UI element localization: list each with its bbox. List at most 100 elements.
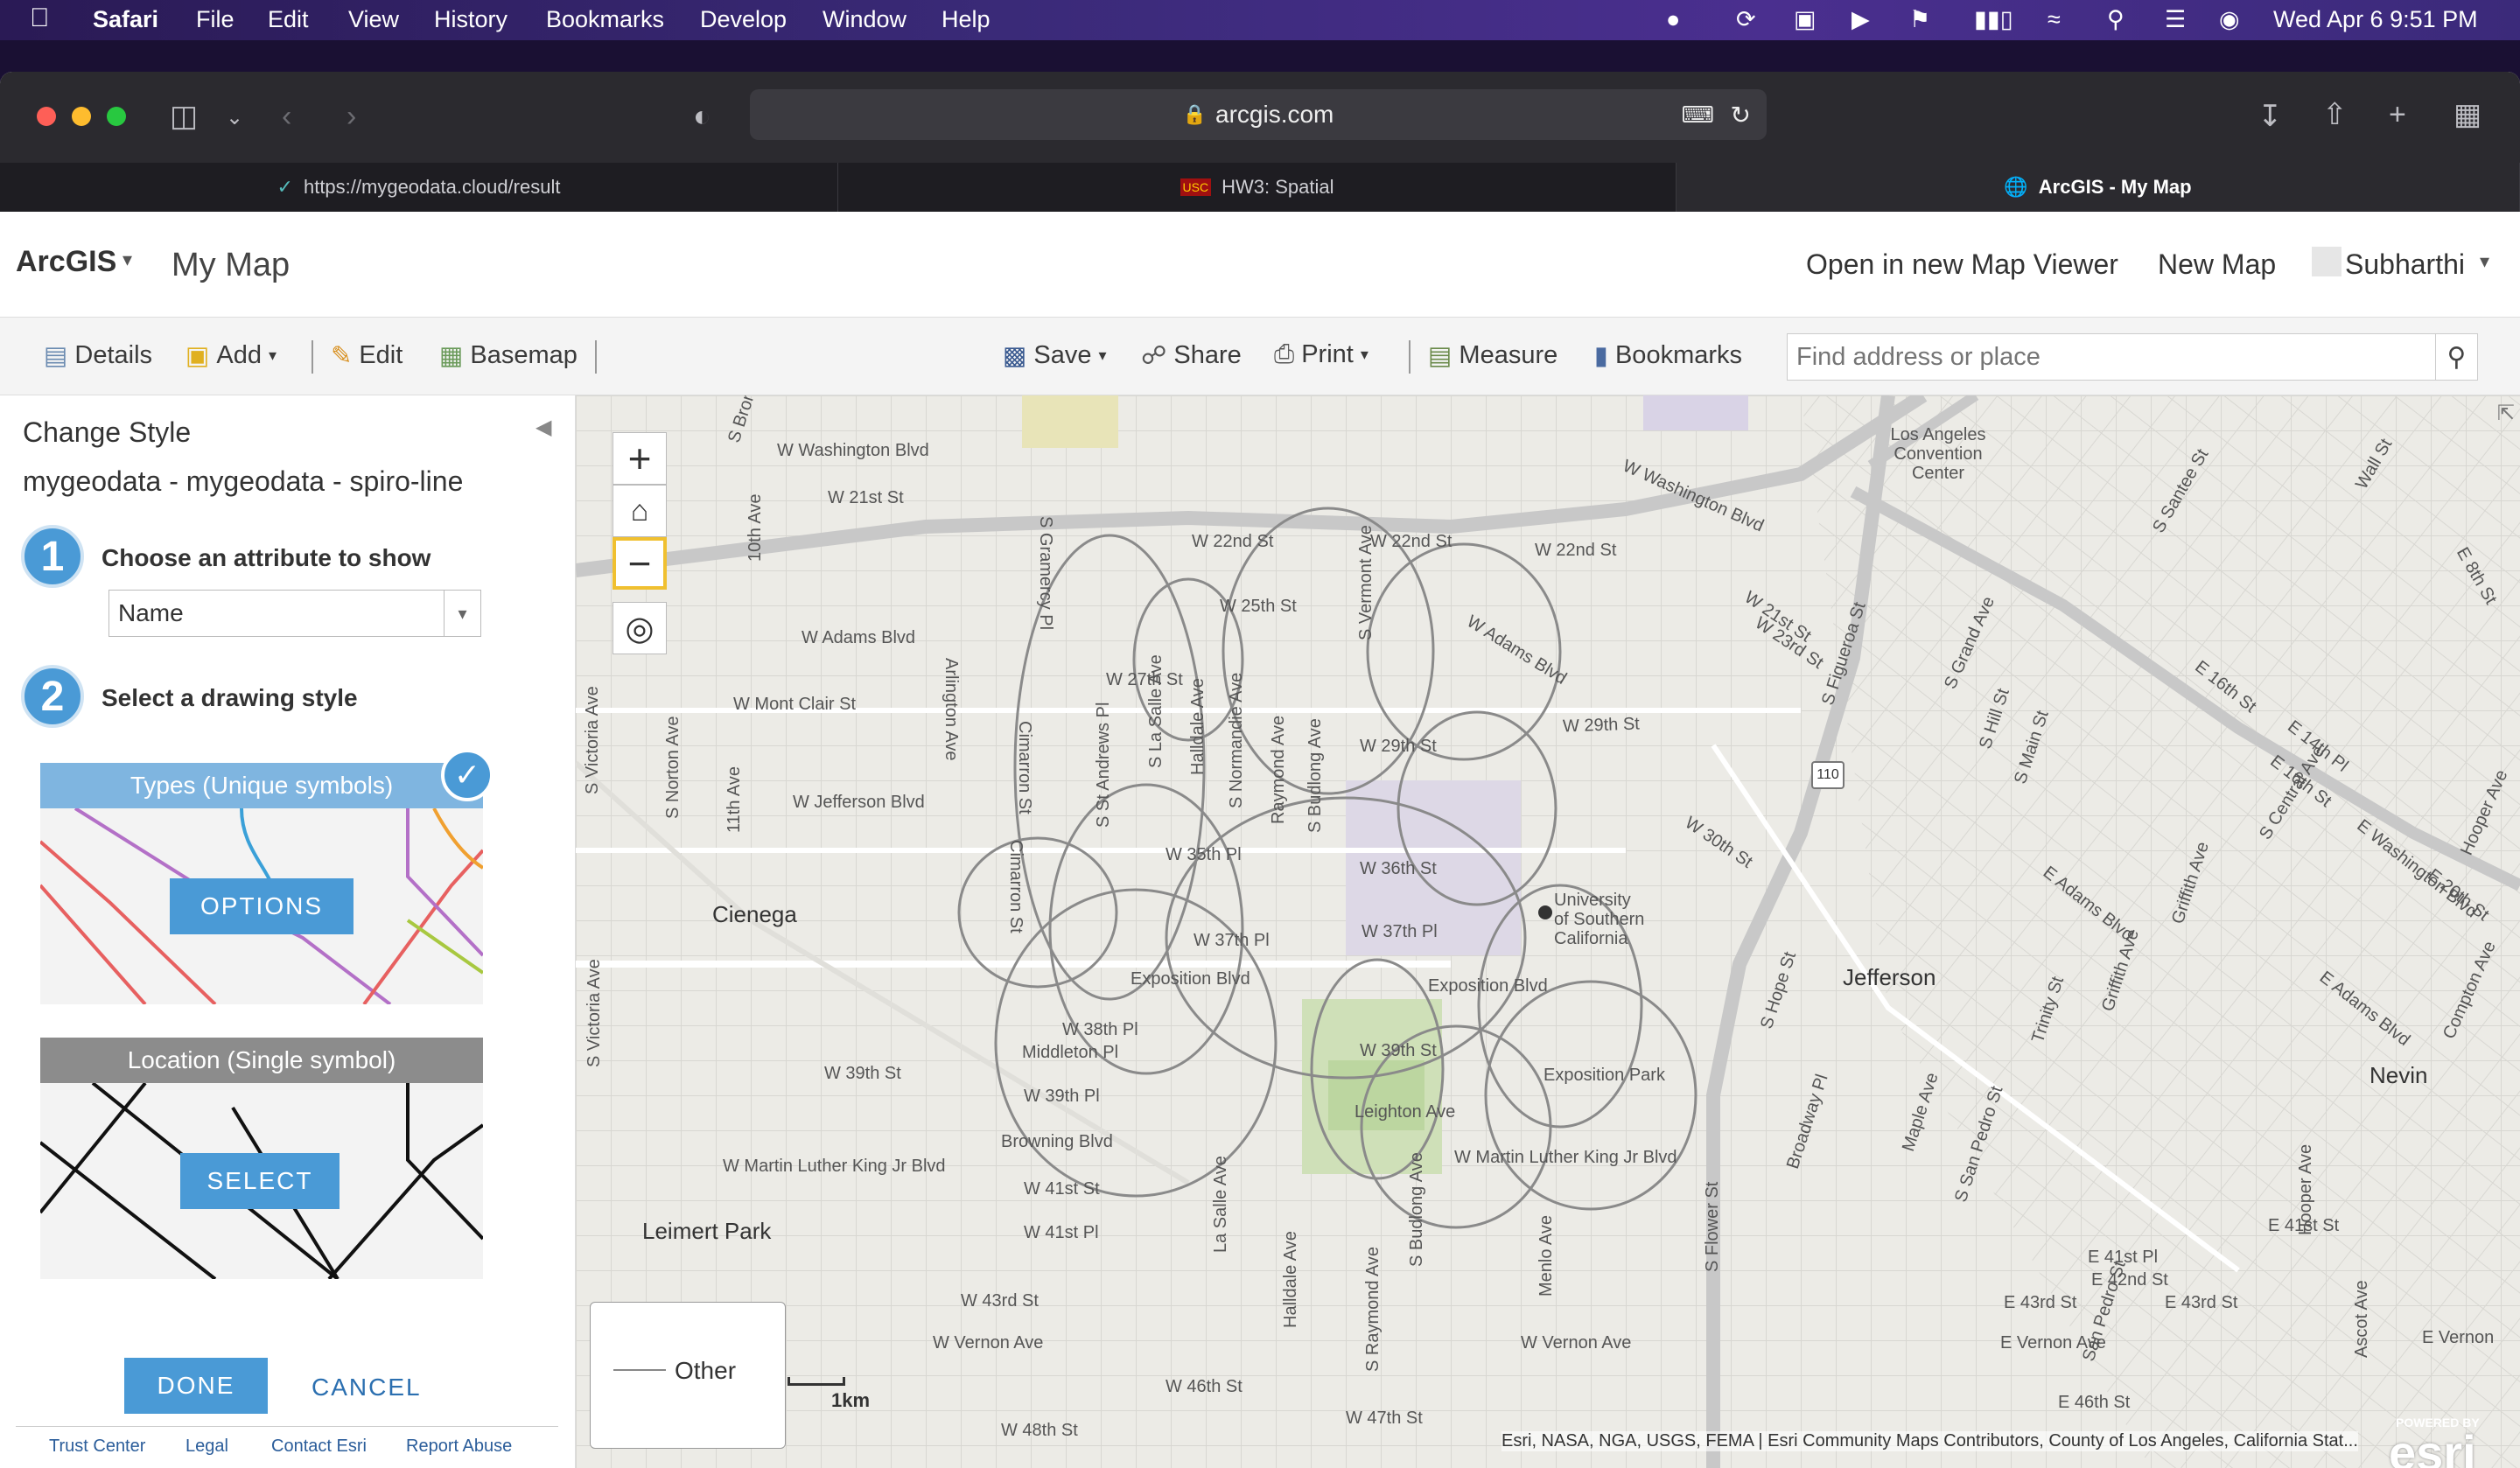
edit-label: Edit xyxy=(359,341,403,369)
trust-center-link[interactable]: Trust Center xyxy=(49,1437,145,1457)
street-label: Cimarron St xyxy=(1015,721,1034,814)
menu-edit[interactable]: Edit xyxy=(268,6,309,33)
map-attribution[interactable]: Esri, NASA, NGA, USGS, FEMA | Esri Commu… xyxy=(1502,1431,2358,1451)
chevron-down-icon: ▾ xyxy=(269,346,277,364)
street-label: Middleton Pl xyxy=(1022,1043,1119,1062)
scale-bar xyxy=(788,1377,845,1386)
menubar-clock[interactable]: Wed Apr 6 9:51 PM xyxy=(2273,6,2478,33)
step-2-label: Select a drawing style xyxy=(102,684,358,711)
downloads-icon[interactable]: ↧ xyxy=(2258,101,2283,131)
user-chevron-down-icon[interactable]: ▾ xyxy=(2480,250,2489,273)
measure-button[interactable]: ▤ Measure xyxy=(1428,340,1558,371)
types-style-card[interactable]: Types (Unique symbols) OPTIONS xyxy=(40,763,483,1004)
zoom-icon[interactable]: ▣ xyxy=(1794,6,1816,33)
tab-arcgis[interactable]: 🌐 ArcGIS - My Map xyxy=(1676,163,2520,212)
esri-logo[interactable]: esri xyxy=(2389,1424,2476,1468)
street-label: Cimarron St xyxy=(1006,840,1026,933)
search-input[interactable] xyxy=(1788,334,2435,380)
attribute-select[interactable]: Name ▾ xyxy=(108,590,481,637)
safari-window: ◫ ⌄ ‹ › ◐ 🔒 arcgis.com ⌨ ↻ ↧ ⇧ + ▦ ✓ htt… xyxy=(0,72,2520,1468)
details-button[interactable]: ▤ Details xyxy=(44,340,152,371)
tab-favicon-icon: USC xyxy=(1180,178,1212,196)
menu-file[interactable]: File xyxy=(196,6,234,33)
share-button[interactable]: ☍ Share xyxy=(1141,340,1242,371)
menu-bookmarks[interactable]: Bookmarks xyxy=(546,6,664,33)
arcgis-brand[interactable]: ArcGIS xyxy=(16,245,116,279)
legal-link[interactable]: Legal xyxy=(186,1437,228,1457)
location-style-card[interactable]: Location (Single symbol) SELECT xyxy=(40,1038,483,1279)
expand-icon[interactable]: ⇱ xyxy=(2497,401,2515,426)
place-label: Jefferson xyxy=(1843,964,1936,990)
chevron-down-icon[interactable]: ▾ xyxy=(444,591,480,636)
siri-icon[interactable]: ◉ xyxy=(2219,6,2240,33)
brand-chevron-down-icon[interactable]: ▾ xyxy=(122,248,132,271)
location-card-title: Location (Single symbol) xyxy=(40,1038,483,1083)
zoom-window-button[interactable] xyxy=(107,107,126,126)
forward-icon[interactable]: › xyxy=(346,101,356,131)
street-label: W 35th Pl xyxy=(1166,845,1242,864)
home-button[interactable]: ⌂ xyxy=(612,485,667,537)
close-window-button[interactable] xyxy=(37,107,56,126)
tab-mygeodata[interactable]: ✓ https://mygeodata.cloud/result xyxy=(0,163,838,212)
street-label: 11th Ave xyxy=(724,766,744,833)
done-button[interactable]: DONE xyxy=(124,1358,268,1414)
home-icon: ⌂ xyxy=(630,493,649,528)
tab-hw3[interactable]: USC HW3: Spatial xyxy=(838,163,1676,212)
map-view[interactable]: Cienega Jefferson Leimert Park Nevin Uni… xyxy=(576,395,2520,1468)
share-icon[interactable]: ⇧ xyxy=(2322,100,2348,129)
tab-overview-icon[interactable]: ▦ xyxy=(2454,100,2482,129)
street-label: W Martin Luther King Jr Blvd xyxy=(723,1157,946,1176)
new-tab-icon[interactable]: + xyxy=(2389,100,2406,129)
street-label: W 22nd St xyxy=(1192,532,1274,551)
sidebar-toggle-icon[interactable]: ◫ xyxy=(170,101,198,131)
select-button[interactable]: SELECT xyxy=(180,1153,340,1209)
zoom-out-button[interactable]: − xyxy=(612,537,667,590)
basemap-button[interactable]: ▦ Basemap xyxy=(439,340,578,371)
street-label: S Norton Ave xyxy=(663,716,682,819)
add-label: Add xyxy=(216,341,262,369)
menu-app-name[interactable]: Safari xyxy=(93,6,158,33)
battery-icon[interactable]: ▮▮▯ xyxy=(1974,6,2013,33)
collapse-panel-icon[interactable]: ◀ xyxy=(536,415,551,440)
street-label: W 29th St xyxy=(1360,737,1437,756)
report-abuse-link[interactable]: Report Abuse xyxy=(406,1437,512,1457)
control-center-icon[interactable]: ☰ xyxy=(2165,6,2186,33)
contact-esri-link[interactable]: Contact Esri xyxy=(271,1437,367,1457)
menu-help[interactable]: Help xyxy=(942,6,990,33)
bookmarks-button[interactable]: ▮ Bookmarks xyxy=(1594,340,1742,371)
play-icon[interactable]: ▶ xyxy=(1852,6,1870,33)
translate-icon[interactable]: ⌨ xyxy=(1681,101,1714,129)
new-map-link[interactable]: New Map xyxy=(2158,248,2276,281)
add-button[interactable]: ▣ Add ▾ xyxy=(186,340,276,371)
address-bar[interactable]: 🔒 arcgis.com ⌨ ↻ xyxy=(750,89,1767,140)
chevron-down-icon[interactable]: ⌄ xyxy=(226,103,243,133)
change-style-panel: Change Style ◀ mygeodata - mygeodata - s… xyxy=(0,395,576,1468)
zoom-in-button[interactable]: + xyxy=(612,432,667,485)
open-new-viewer-link[interactable]: Open in new Map Viewer xyxy=(1806,248,2118,281)
options-button[interactable]: OPTIONS xyxy=(170,878,354,934)
print-button[interactable]: ⎙ Print ▾ xyxy=(1274,340,1368,369)
elephant-icon[interactable]: ● xyxy=(1666,6,1680,33)
wifi-icon[interactable]: ≈ xyxy=(2048,6,2061,33)
spotlight-icon[interactable]: ⚲ xyxy=(2107,6,2124,33)
avatar[interactable] xyxy=(2312,247,2342,276)
menu-history[interactable]: History xyxy=(434,6,508,33)
user-menu[interactable]: Subharthi xyxy=(2345,248,2465,281)
privacy-shield-icon[interactable]: ◐ xyxy=(693,101,711,131)
menu-view[interactable]: View xyxy=(348,6,399,33)
apple-icon[interactable]:  xyxy=(30,3,50,33)
add-icon: ▣ xyxy=(186,342,210,370)
search-icon[interactable]: ⚲ xyxy=(2435,334,2477,380)
chevron-down-icon: ▾ xyxy=(1360,346,1368,363)
cancel-button[interactable]: CANCEL xyxy=(312,1374,422,1402)
menu-develop[interactable]: Develop xyxy=(700,6,787,33)
flag-icon[interactable]: ⚑ xyxy=(1909,6,1930,33)
menu-window[interactable]: Window xyxy=(822,6,906,33)
minimize-window-button[interactable] xyxy=(72,107,91,126)
sync-icon[interactable]: ⟳ xyxy=(1736,6,1756,33)
locate-button[interactable]: ◎ xyxy=(612,602,667,654)
reload-icon[interactable]: ↻ xyxy=(1731,101,1751,129)
edit-button[interactable]: ✎ Edit xyxy=(331,340,402,371)
back-icon[interactable]: ‹ xyxy=(282,101,291,131)
save-button[interactable]: ▩ Save ▾ xyxy=(1003,340,1107,371)
